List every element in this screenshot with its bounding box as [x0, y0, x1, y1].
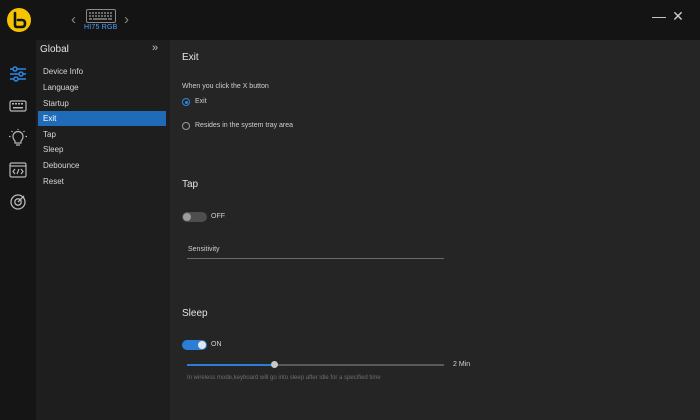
nav-item-exit[interactable]: Exit [38, 111, 166, 126]
nav-item-device-info[interactable]: Device Info [38, 64, 166, 79]
exit-section-title: Exit [182, 52, 199, 63]
radio-exit[interactable] [182, 98, 190, 106]
keyboard-icon[interactable] [8, 96, 28, 116]
toggle-knob [198, 341, 206, 349]
sleep-time-value: 2 Min [453, 361, 471, 368]
close-button[interactable]: ✕ [670, 8, 686, 24]
tap-section-title: Tap [182, 179, 199, 190]
radio-system-tray-label[interactable]: Resides in the system tray area [195, 122, 293, 129]
app-logo-icon [7, 8, 31, 32]
sleep-time-slider[interactable] [187, 361, 444, 368]
radio-system-tray[interactable] [182, 122, 190, 130]
nav-item-debounce[interactable]: Debounce [38, 158, 166, 173]
nav-item-startup[interactable]: Startup [38, 96, 166, 111]
prev-device-button[interactable]: ‹ [71, 12, 76, 27]
device-name: HI75 RGB [84, 24, 118, 31]
lightbulb-icon[interactable] [8, 128, 28, 148]
sensitivity-field-underline[interactable] [187, 258, 444, 259]
next-device-button[interactable]: › [124, 12, 129, 27]
target-icon[interactable] [8, 192, 28, 212]
sliders-icon[interactable] [8, 64, 28, 84]
slider-thumb[interactable] [271, 361, 279, 368]
title-bar: ‹ HI75 RGB › — ✕ [0, 0, 700, 40]
slider-fill [187, 364, 275, 366]
collapse-button[interactable]: » [152, 42, 158, 54]
nav-item-tap[interactable]: Tap [38, 127, 166, 142]
nav-title: Global [40, 44, 69, 55]
settings-nav-panel: Global » Device Info Language Startup Ex… [36, 40, 170, 420]
sleep-toggle[interactable] [182, 340, 207, 350]
sleep-section-title: Sleep [182, 308, 208, 319]
settings-content: Exit When you click the X button Exit Re… [170, 40, 700, 420]
keyboard-thumbnail-icon[interactable] [86, 9, 116, 23]
tap-toggle[interactable] [182, 212, 207, 222]
exit-prompt: When you click the X button [182, 83, 269, 90]
nav-item-sleep[interactable]: Sleep [38, 142, 166, 157]
radio-exit-label[interactable]: Exit [195, 98, 207, 105]
nav-item-language[interactable]: Language [38, 80, 166, 95]
toggle-knob [183, 213, 191, 221]
nav-item-reset[interactable]: Reset [38, 174, 166, 189]
minimize-button[interactable]: — [651, 8, 667, 24]
sleep-hint: In wireless mode,keyboard will go into s… [187, 375, 381, 381]
sensitivity-label: Sensitivity [188, 246, 220, 253]
tap-toggle-state: OFF [211, 213, 225, 220]
macro-icon[interactable] [8, 160, 28, 180]
sleep-toggle-state: ON [211, 341, 222, 348]
icon-sidebar [0, 40, 36, 420]
